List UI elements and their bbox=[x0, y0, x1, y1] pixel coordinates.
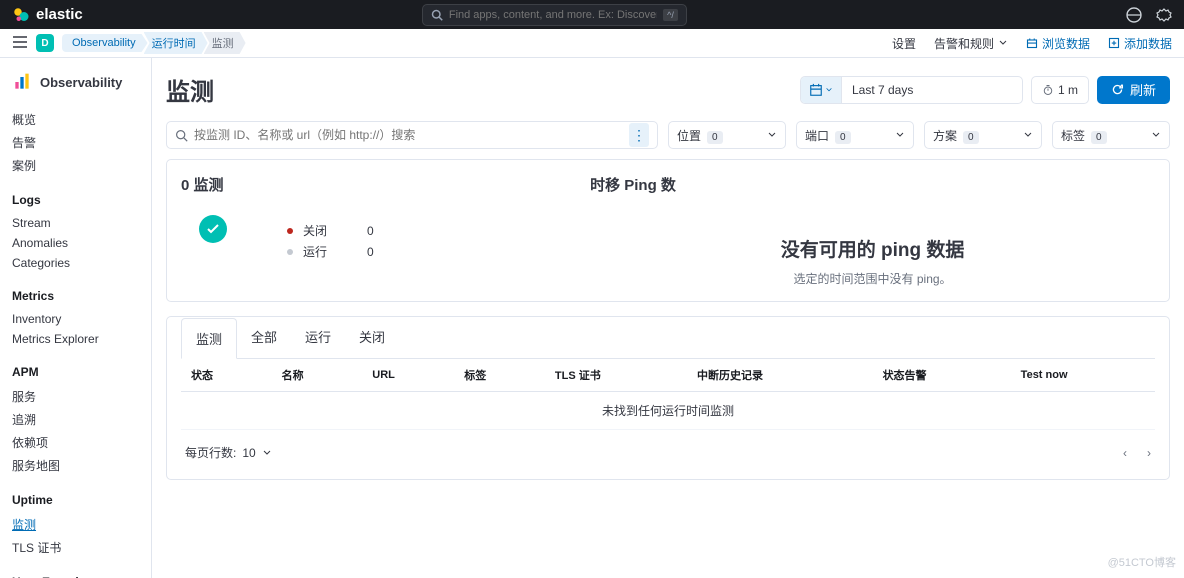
sidebar-item[interactable]: Stream bbox=[12, 213, 139, 233]
tab[interactable]: 监测 bbox=[181, 318, 237, 359]
breadcrumb-item[interactable]: Observability bbox=[62, 34, 148, 52]
filter-select[interactable]: 端口0 bbox=[796, 121, 914, 149]
pings-heading: 时移 Ping 数 bbox=[590, 174, 1155, 195]
date-range-text: Last 7 days bbox=[842, 83, 1022, 97]
legend-row: 运行0 bbox=[287, 243, 374, 260]
filter-select[interactable]: 方案0 bbox=[924, 121, 1042, 149]
monitors-table: 状态名称URL标签TLS 证书中断历史记录状态告警Test now 未找到任何运… bbox=[181, 359, 1155, 430]
sidebar-item[interactable]: 告警 bbox=[12, 131, 139, 154]
legend-row: 关闭0 bbox=[287, 222, 374, 239]
search-shortcut: ^/ bbox=[663, 9, 678, 21]
space-selector[interactable]: D bbox=[36, 34, 54, 52]
sidebar-item[interactable]: Metrics Explorer bbox=[12, 329, 139, 349]
empty-table-row: 未找到任何运行时间监测 bbox=[181, 392, 1155, 430]
search-icon bbox=[175, 129, 188, 142]
refresh-button[interactable]: 刷新 bbox=[1097, 76, 1170, 104]
column-header[interactable]: 名称 bbox=[272, 359, 363, 392]
sidebar-item[interactable]: TLS 证书 bbox=[12, 536, 139, 559]
monitor-search-input[interactable] bbox=[194, 128, 619, 142]
refresh-interval[interactable]: 1 m bbox=[1031, 76, 1089, 104]
column-header[interactable]: 中断历史记录 bbox=[687, 359, 873, 392]
sidebar-category: Uptime bbox=[12, 493, 139, 507]
brand-text: elastic bbox=[36, 6, 83, 23]
search-icon bbox=[431, 9, 443, 21]
elastic-icon bbox=[12, 6, 30, 24]
monitor-search[interactable]: ⋮ bbox=[166, 121, 658, 149]
sidebar-item[interactable]: 服务地图 bbox=[12, 454, 139, 477]
breadcrumb-item: 监测 bbox=[204, 32, 246, 54]
stats-panel: 0 监测 关闭0 运行0 时移 Ping 数 没有可用的 ping 数据 选定的时… bbox=[166, 159, 1170, 302]
filter-select[interactable]: 位置0 bbox=[668, 121, 786, 149]
breadcrumb: Observability 运行时间 监测 bbox=[62, 32, 246, 54]
sidebar-item[interactable]: 监测 bbox=[12, 513, 139, 536]
calendar-icon bbox=[801, 77, 842, 103]
column-header[interactable]: TLS 证书 bbox=[545, 359, 687, 392]
sidebar-item[interactable]: 概览 bbox=[12, 108, 139, 131]
tab[interactable]: 运行 bbox=[291, 317, 345, 358]
timer-icon bbox=[1042, 84, 1054, 96]
global-search-input[interactable] bbox=[449, 9, 657, 21]
next-page[interactable]: › bbox=[1147, 446, 1151, 460]
tab[interactable]: 关闭 bbox=[345, 317, 399, 358]
sidebar-item[interactable]: 依赖项 bbox=[12, 431, 139, 454]
column-header[interactable]: 标签 bbox=[454, 359, 545, 392]
page-title: 监测 bbox=[166, 72, 214, 107]
column-header[interactable]: Test now bbox=[1011, 359, 1155, 392]
sidebar-item[interactable]: Categories bbox=[12, 253, 139, 273]
sidebar-category: Metrics bbox=[12, 289, 139, 303]
status-donut bbox=[199, 215, 227, 243]
column-header[interactable]: URL bbox=[362, 359, 454, 392]
date-picker[interactable]: Last 7 days bbox=[800, 76, 1023, 104]
help-icon[interactable] bbox=[1156, 7, 1172, 23]
sidebar: Observability 概览告警案例 Logs StreamAnomaliesC… bbox=[0, 58, 152, 578]
empty-pings-title: 没有可用的 ping 数据 bbox=[590, 235, 1155, 262]
empty-pings-sub: 选定的时间范围中没有 ping。 bbox=[590, 270, 1155, 287]
sidebar-category: APM bbox=[12, 365, 139, 379]
sidebar-item[interactable]: 案例 bbox=[12, 154, 139, 177]
nav-toggle[interactable] bbox=[12, 35, 28, 52]
filter-select[interactable]: 标签0 bbox=[1052, 121, 1170, 149]
chevron-down-icon bbox=[262, 448, 272, 458]
breadcrumb-item[interactable]: 运行时间 bbox=[144, 32, 208, 54]
add-data-link[interactable]: 添加数据 bbox=[1108, 35, 1172, 52]
prev-page[interactable]: ‹ bbox=[1123, 446, 1127, 460]
browse-data-link[interactable]: 浏览数据 bbox=[1026, 35, 1090, 52]
settings-link[interactable]: 设置 bbox=[892, 35, 916, 52]
observability-icon bbox=[12, 72, 32, 92]
sidebar-item[interactable]: Inventory bbox=[12, 309, 139, 329]
newsfeed-icon[interactable] bbox=[1126, 7, 1142, 23]
sidebar-item[interactable]: 服务 bbox=[12, 385, 139, 408]
global-search[interactable]: ^/ bbox=[422, 4, 687, 26]
tab[interactable]: 全部 bbox=[237, 317, 291, 358]
rows-per-page[interactable]: 每页行数: 10 bbox=[185, 444, 272, 461]
monitors-heading: 0 监测 bbox=[181, 174, 227, 195]
refresh-icon bbox=[1111, 83, 1124, 96]
column-header[interactable]: 状态 bbox=[181, 359, 272, 392]
watermark: @51CTO博客 bbox=[1108, 554, 1176, 570]
sidebar-title: Observability bbox=[40, 75, 122, 90]
sidebar-item[interactable]: 追溯 bbox=[12, 408, 139, 431]
sidebar-category: Logs bbox=[12, 193, 139, 207]
column-header[interactable]: 状态告警 bbox=[873, 359, 1011, 392]
search-options[interactable]: ⋮ bbox=[629, 123, 649, 147]
sidebar-item[interactable]: Anomalies bbox=[12, 233, 139, 253]
brand-logo[interactable]: elastic bbox=[12, 6, 83, 24]
alerts-rules-link[interactable]: 告警和规则 bbox=[934, 35, 1008, 52]
